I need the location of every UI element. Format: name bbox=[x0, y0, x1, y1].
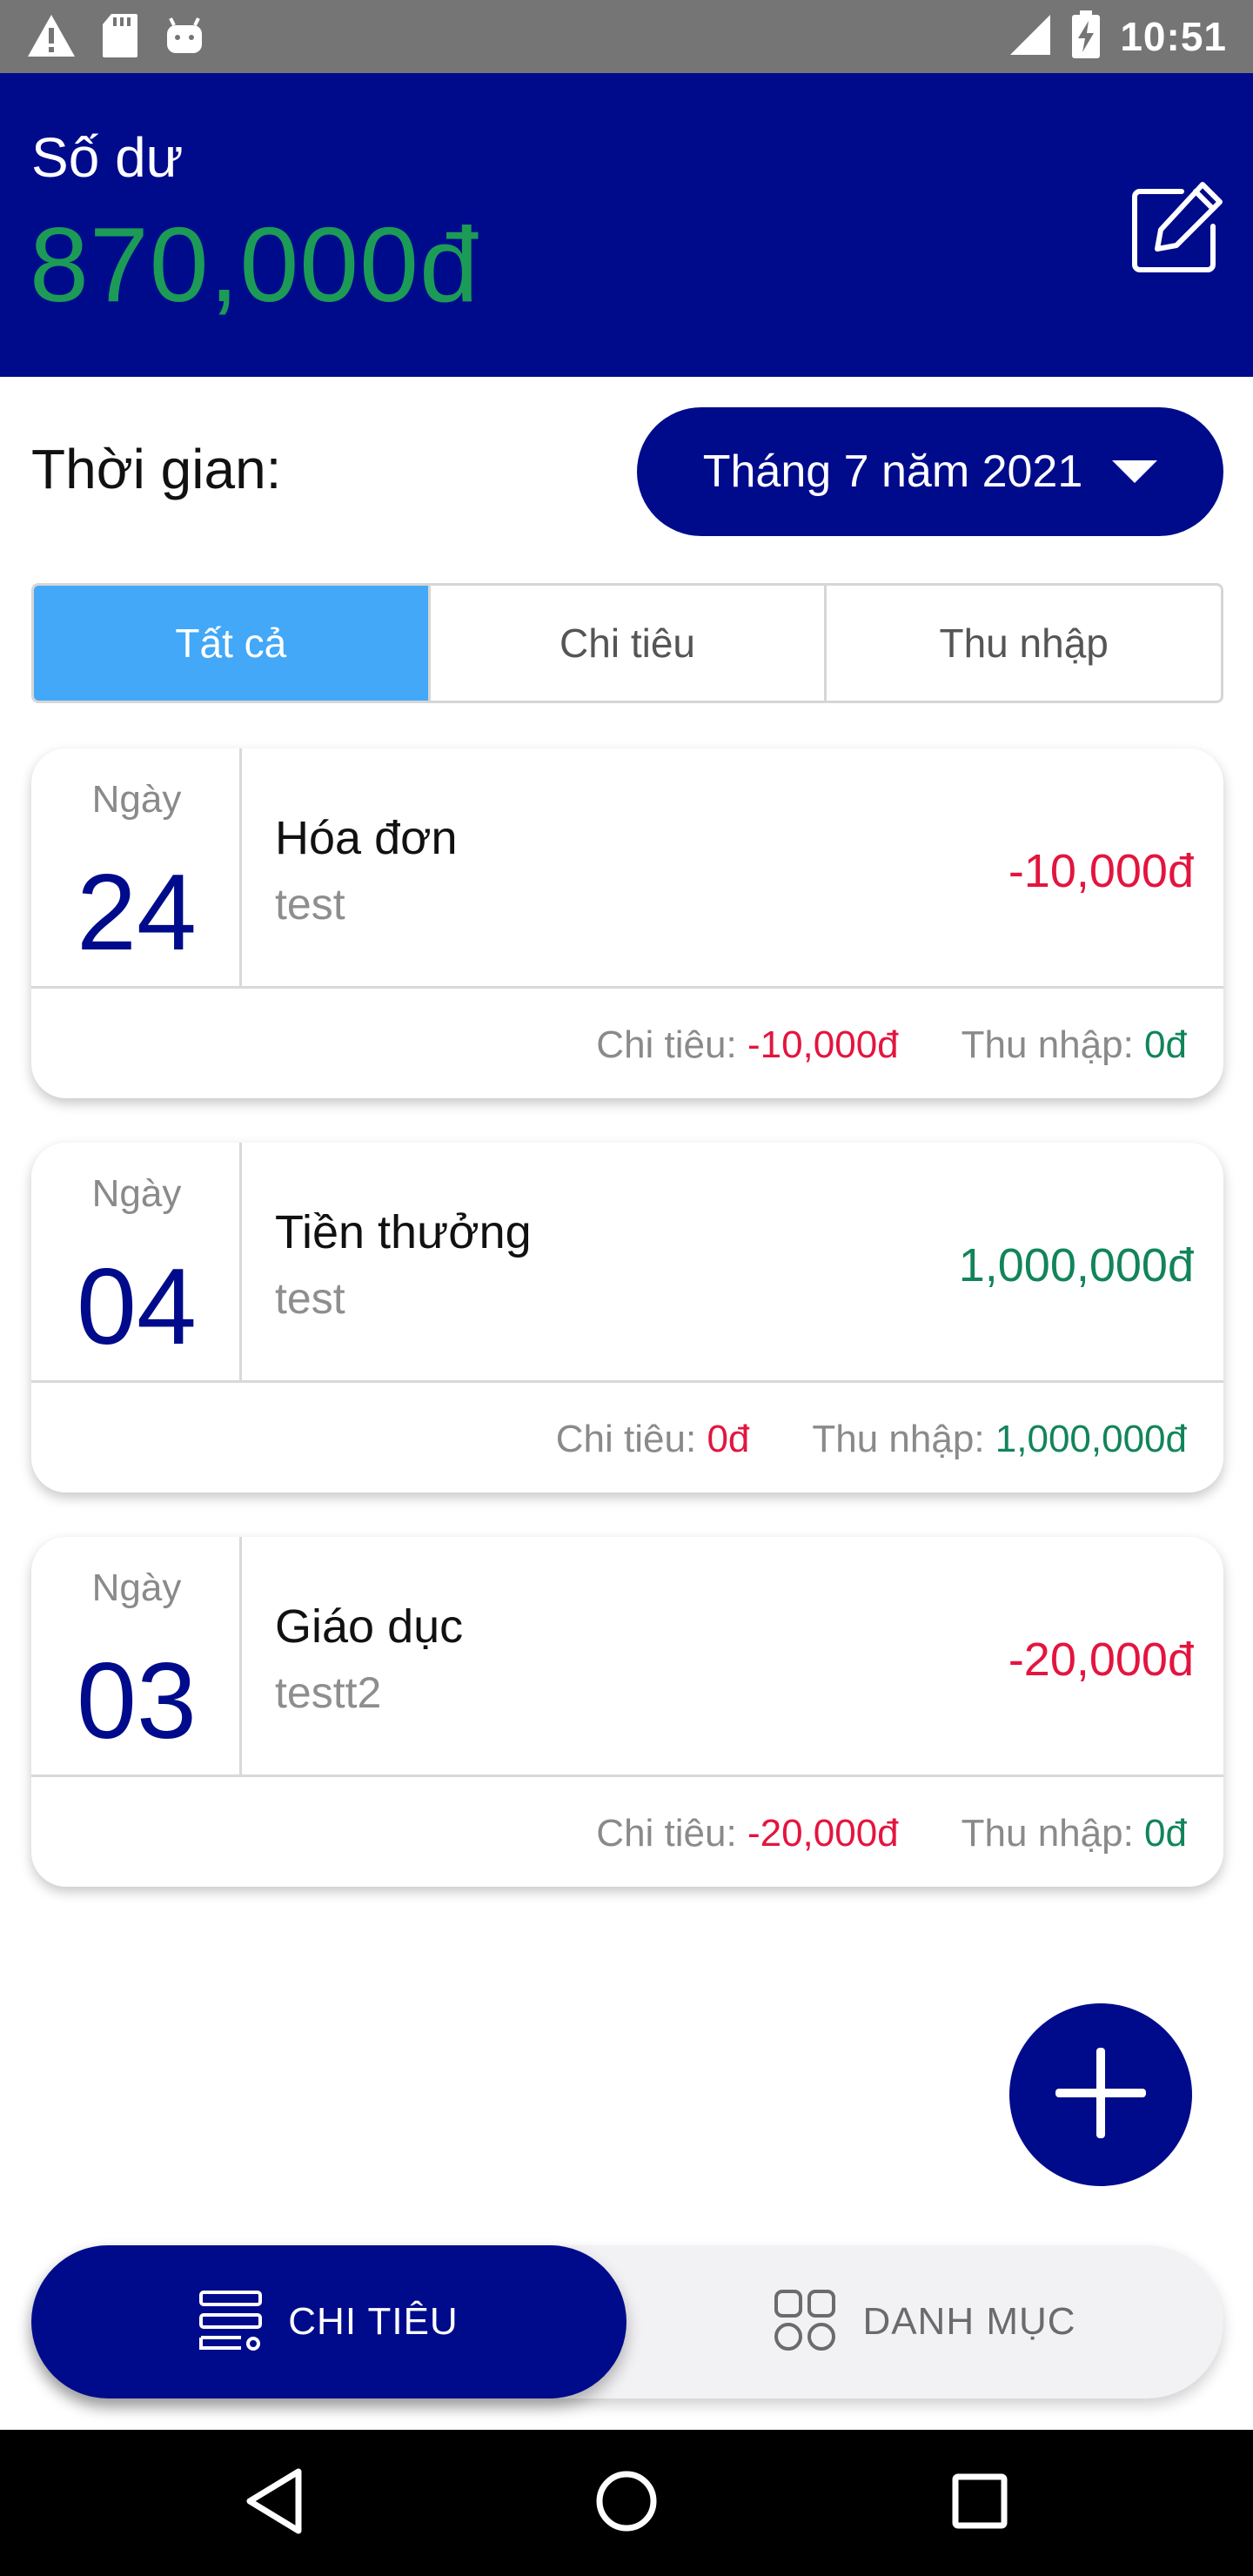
transaction-date: Ngày 24 bbox=[31, 748, 242, 989]
nav-expenses-label: CHI TIÊU bbox=[288, 2300, 459, 2343]
warning-icon bbox=[26, 13, 77, 63]
income-summary: Thu nhập: 0đ bbox=[962, 1023, 1187, 1067]
home-button[interactable] bbox=[588, 2465, 665, 2541]
transaction-amount: 1,000,000đ bbox=[958, 1239, 1194, 1291]
transaction-category: Giáo dục bbox=[275, 1600, 464, 1653]
expense-summary-label: Chi tiêu: bbox=[596, 1023, 737, 1066]
edit-icon bbox=[1128, 182, 1225, 280]
income-summary: Thu nhập: 0đ bbox=[962, 1812, 1187, 1855]
nav-expenses[interactable]: CHI TIÊU bbox=[31, 2245, 626, 2398]
time-label: Thời gian: bbox=[31, 438, 282, 500]
day-number: 24 bbox=[77, 853, 197, 973]
transaction-note: testt2 bbox=[275, 1668, 382, 1717]
income-summary-value: 1,000,000đ bbox=[995, 1418, 1187, 1460]
caret-down-icon bbox=[1112, 460, 1158, 483]
grid-icon bbox=[774, 2289, 836, 2356]
balance-label: Số dư bbox=[31, 126, 184, 189]
back-icon bbox=[245, 2468, 305, 2539]
day-number: 04 bbox=[77, 1247, 197, 1367]
tab-all[interactable]: Tất cả bbox=[34, 586, 428, 701]
nav-categories[interactable]: DANH MỤC bbox=[626, 2245, 1223, 2398]
expense-summary: Chi tiêu: 0đ bbox=[556, 1418, 750, 1461]
status-right-icons: 10:51 bbox=[1008, 0, 1227, 73]
transaction-date: Ngày 03 bbox=[31, 1537, 242, 1777]
signal-icon bbox=[1008, 13, 1052, 61]
transaction-date: Ngày 04 bbox=[31, 1143, 242, 1383]
android-icon bbox=[164, 15, 205, 61]
transaction-summary: Chi tiêu: -10,000đ Thu nhập: 0đ bbox=[596, 1006, 1187, 1084]
plus-icon bbox=[1052, 2044, 1149, 2146]
transaction-card-main: Ngày 03 Giáo dục testt2 -20,000đ bbox=[31, 1537, 1223, 1777]
status-bar: 10:51 bbox=[0, 0, 1253, 73]
transaction-card-main: Ngày 04 Tiền thưởng test 1,000,000đ bbox=[31, 1143, 1223, 1383]
transaction-card[interactable]: Ngày 24 Hóa đơn test -10,000đ Chi tiêu: … bbox=[31, 748, 1223, 1098]
day-number: 03 bbox=[77, 1641, 197, 1761]
expense-summary: Chi tiêu: -10,000đ bbox=[596, 1023, 898, 1067]
income-summary-label: Thu nhập: bbox=[961, 1812, 1134, 1855]
income-summary-value: 0đ bbox=[1144, 1023, 1187, 1066]
status-time: 10:51 bbox=[1120, 14, 1227, 59]
system-navigation-bar bbox=[0, 2430, 1253, 2576]
transaction-card[interactable]: Ngày 03 Giáo dục testt2 -20,000đ Chi tiê… bbox=[31, 1537, 1223, 1887]
nav-categories-label: DANH MỤC bbox=[862, 2300, 1076, 2343]
balance-header: Số dư 870,000đ bbox=[0, 73, 1253, 377]
transaction-category: Tiền thưởng bbox=[275, 1206, 532, 1258]
recents-icon bbox=[951, 2472, 1008, 2534]
expense-summary-label: Chi tiêu: bbox=[555, 1418, 697, 1460]
expense-summary-value: -10,000đ bbox=[747, 1023, 899, 1066]
home-icon bbox=[593, 2468, 660, 2539]
status-left-icons bbox=[26, 12, 205, 64]
income-summary: Thu nhập: 1,000,000đ bbox=[812, 1418, 1187, 1461]
income-summary-label: Thu nhập: bbox=[961, 1023, 1134, 1066]
filter-tabs: Tất cả Chi tiêu Thu nhập bbox=[31, 583, 1223, 703]
sd-card-icon bbox=[101, 12, 139, 64]
transaction-note: test bbox=[275, 880, 345, 929]
month-selector-label: Tháng 7 năm 2021 bbox=[702, 446, 1083, 497]
back-button[interactable] bbox=[237, 2465, 313, 2541]
expense-summary-value: 0đ bbox=[707, 1418, 750, 1460]
transaction-card[interactable]: Ngày 04 Tiền thưởng test 1,000,000đ Chi … bbox=[31, 1143, 1223, 1493]
expense-summary: Chi tiêu: -20,000đ bbox=[596, 1812, 898, 1855]
edit-balance-button[interactable] bbox=[1128, 179, 1225, 277]
tab-expense[interactable]: Chi tiêu bbox=[427, 586, 825, 701]
income-summary-value: 0đ bbox=[1144, 1812, 1187, 1855]
day-label: Ngày bbox=[91, 1566, 182, 1609]
transaction-summary: Chi tiêu: -20,000đ Thu nhập: 0đ bbox=[596, 1794, 1187, 1873]
income-summary-label: Thu nhập: bbox=[812, 1418, 985, 1460]
bottom-navigation: DANH MỤC CHI TIÊU bbox=[31, 2245, 1223, 2398]
transaction-note: test bbox=[275, 1274, 345, 1323]
list-icon bbox=[199, 2289, 263, 2356]
day-label: Ngày bbox=[91, 1172, 182, 1215]
transaction-amount: -20,000đ bbox=[1008, 1633, 1194, 1686]
balance-value: 870,000đ bbox=[30, 205, 479, 324]
transaction-category: Hóa đơn bbox=[275, 812, 458, 864]
day-label: Ngày bbox=[91, 778, 182, 821]
add-transaction-button[interactable] bbox=[1009, 2003, 1192, 2186]
expense-summary-value: -20,000đ bbox=[747, 1812, 899, 1855]
tab-income[interactable]: Thu nhập bbox=[824, 586, 1221, 701]
recents-button[interactable] bbox=[941, 2465, 1018, 2541]
battery-charging-icon bbox=[1071, 10, 1101, 64]
transaction-amount: -10,000đ bbox=[1008, 845, 1194, 897]
expense-summary-label: Chi tiêu: bbox=[596, 1812, 737, 1855]
transaction-card-main: Ngày 24 Hóa đơn test -10,000đ bbox=[31, 748, 1223, 989]
transaction-summary: Chi tiêu: 0đ Thu nhập: 1,000,000đ bbox=[556, 1400, 1187, 1479]
month-selector[interactable]: Tháng 7 năm 2021 bbox=[637, 407, 1223, 536]
